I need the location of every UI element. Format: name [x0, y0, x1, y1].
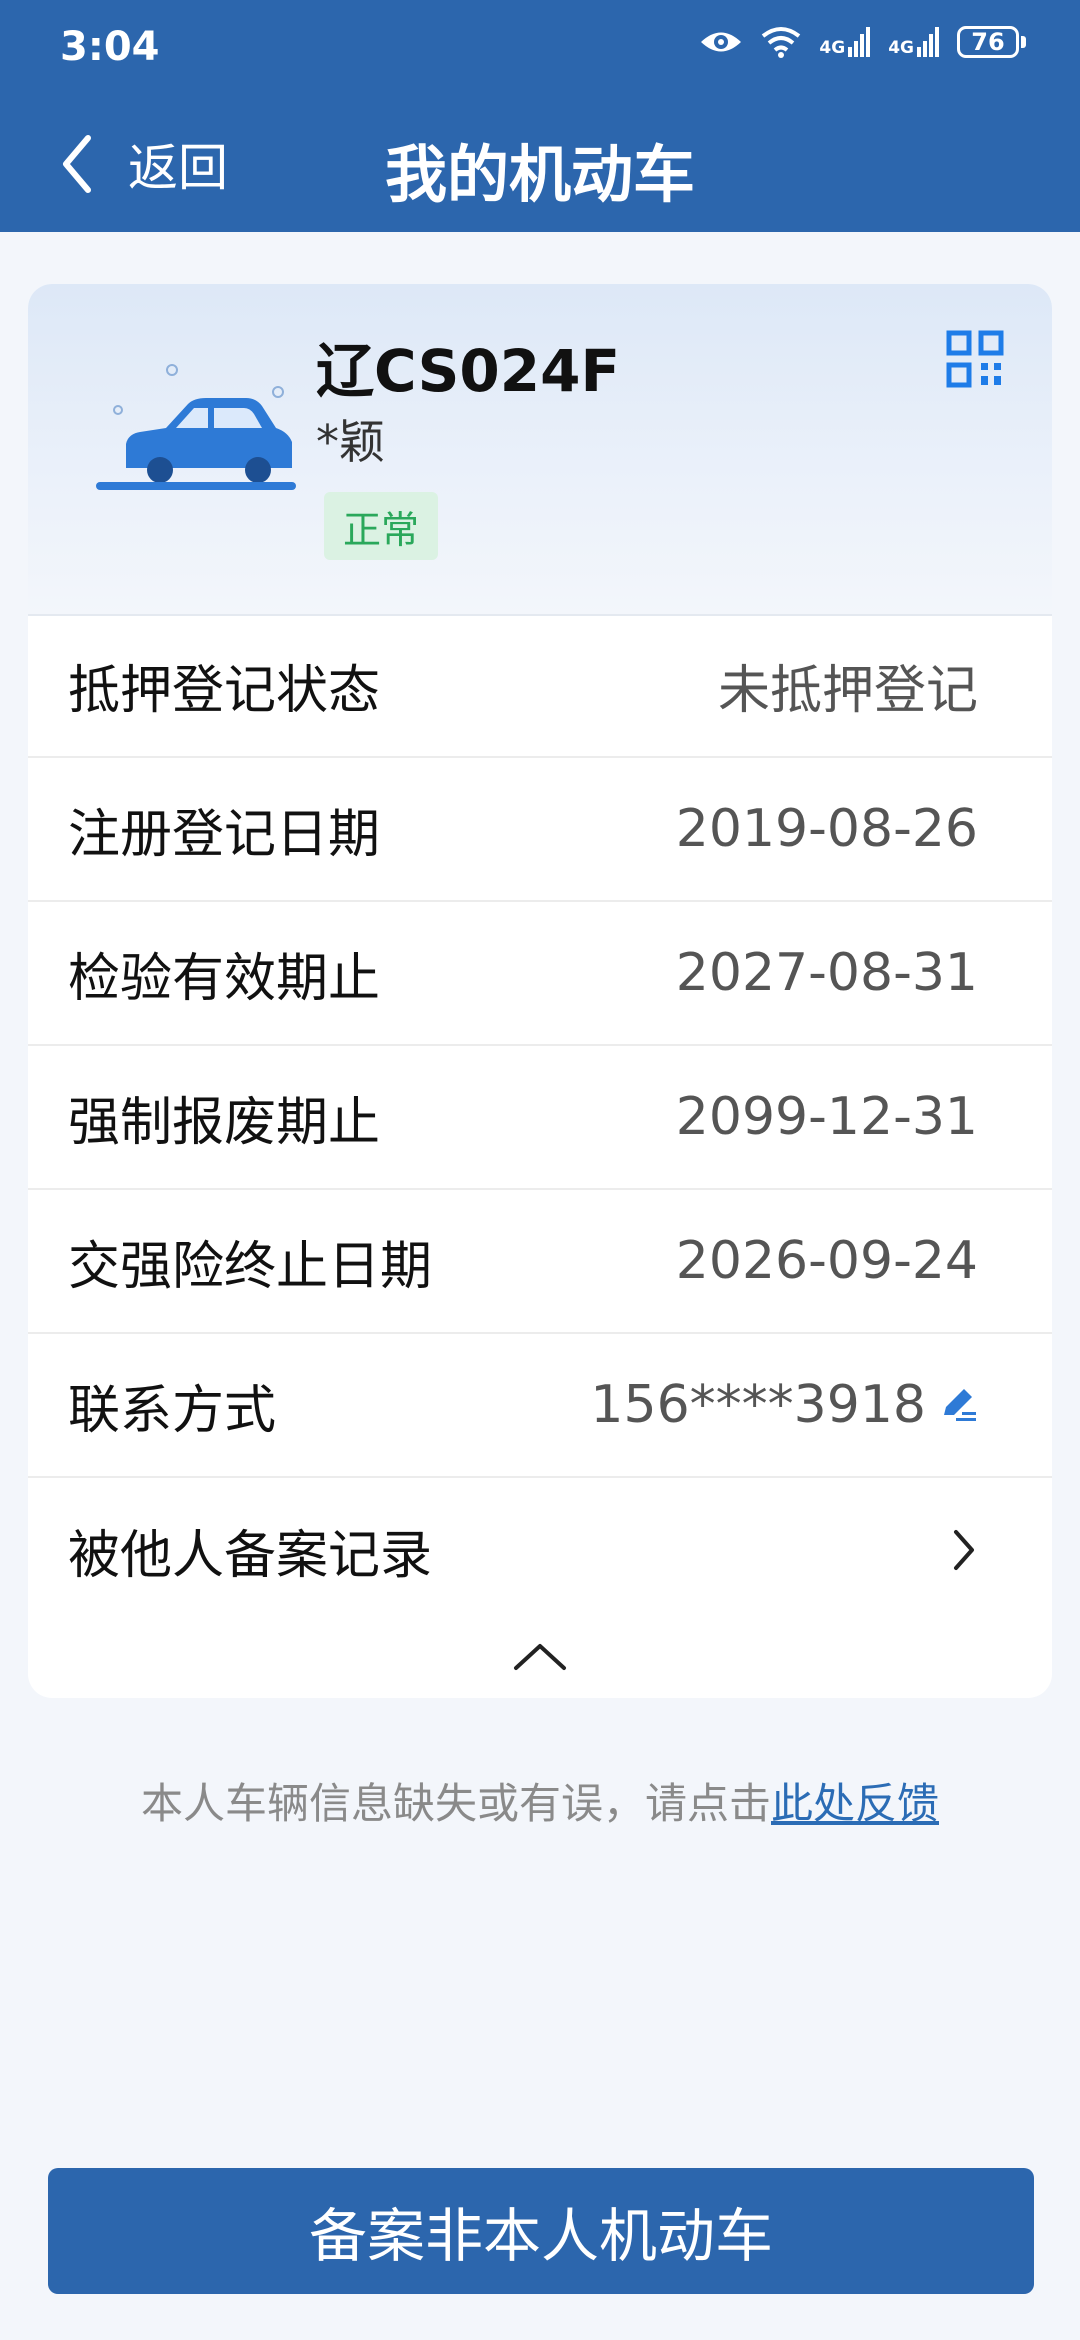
- contact-value: 156****3918: [590, 1375, 978, 1435]
- signal-2: 4G: [888, 27, 939, 57]
- filing-records-row[interactable]: 被他人备案记录: [28, 1478, 1052, 1622]
- eye-icon: [701, 32, 742, 52]
- row-label: 强制报废期止: [68, 1092, 381, 1153]
- feedback-link[interactable]: 此处反馈: [771, 1779, 939, 1828]
- wifi-icon: [762, 27, 801, 58]
- row-label: 联系方式: [68, 1380, 277, 1441]
- owner-name: *颖: [316, 415, 385, 469]
- collapse-button[interactable]: [28, 1622, 1052, 1692]
- row-value: 2027-08-31: [675, 943, 978, 1003]
- row-label: 被他人备案记录: [68, 1525, 433, 1586]
- signal-1: 4G: [819, 27, 871, 58]
- feedback-text: 本人车辆信息缺失或有误，请点击: [140, 1779, 771, 1828]
- row-label: 检验有效期止: [68, 948, 381, 1009]
- chevron-right-icon: [954, 1530, 974, 1570]
- feedback-note: 本人车辆信息缺失或有误，请点击此处反馈: [0, 1770, 1080, 1831]
- status-time: 3:04: [60, 24, 160, 70]
- battery-level: 76: [957, 26, 1019, 58]
- row-label: 注册登记日期: [68, 804, 381, 865]
- chevron-up-icon: [514, 1644, 566, 1670]
- vehicle-card: 辽CS024F *颖 正常 抵押登记状态 未抵押登记 注册登记日期 2019-0…: [28, 284, 1052, 1698]
- insurance-expiry-row: 交强险终止日期 2026-09-24: [28, 1190, 1052, 1334]
- phone-number: 156****3918: [590, 1375, 926, 1435]
- app-header: 3:04 4G 4G 76 返回 我的机动车: [0, 0, 1080, 232]
- row-label: 交强险终止日期: [68, 1236, 433, 1297]
- registration-date-row: 注册登记日期 2019-08-26: [28, 758, 1052, 902]
- edit-icon[interactable]: [938, 1385, 978, 1425]
- car-icon: [96, 364, 296, 490]
- network-type-2: 4G: [888, 38, 914, 58]
- battery-tip: [1021, 36, 1026, 48]
- row-value: 2099-12-31: [675, 1087, 978, 1147]
- row-value: 2019-08-26: [675, 799, 978, 859]
- page-title: 我的机动车: [384, 138, 695, 211]
- network-type-1: 4G: [819, 38, 846, 58]
- row-value: 2026-09-24: [675, 1231, 978, 1291]
- status-badge: 正常: [324, 492, 438, 560]
- status-bar: 3:04 4G 4G 76: [0, 0, 1080, 108]
- inspection-expiry-row: 检验有效期止 2027-08-31: [28, 902, 1052, 1046]
- license-plate: 辽CS024F: [316, 337, 621, 405]
- row-value: 未抵押登记: [717, 660, 978, 721]
- scrap-date-row: 强制报废期止 2099-12-31: [28, 1046, 1052, 1190]
- status-icons: 4G 4G 76: [699, 26, 1026, 58]
- mortgage-status-row: 抵押登记状态 未抵押登记: [28, 614, 1052, 758]
- signal-bars-icon: [917, 27, 939, 57]
- signal-bars-icon: [848, 27, 871, 57]
- row-label: 抵押登记状态: [68, 660, 381, 721]
- battery-indicator: 76: [957, 26, 1026, 58]
- register-other-vehicle-button[interactable]: 备案非本人机动车: [48, 2168, 1034, 2294]
- vehicle-summary: 辽CS024F *颖 正常: [28, 284, 1052, 616]
- qr-code-icon[interactable]: [946, 330, 1004, 388]
- contact-row[interactable]: 联系方式 156****3918: [28, 1334, 1052, 1478]
- vehicle-details: 抵押登记状态 未抵押登记 注册登记日期 2019-08-26 检验有效期止 20…: [28, 614, 1052, 1622]
